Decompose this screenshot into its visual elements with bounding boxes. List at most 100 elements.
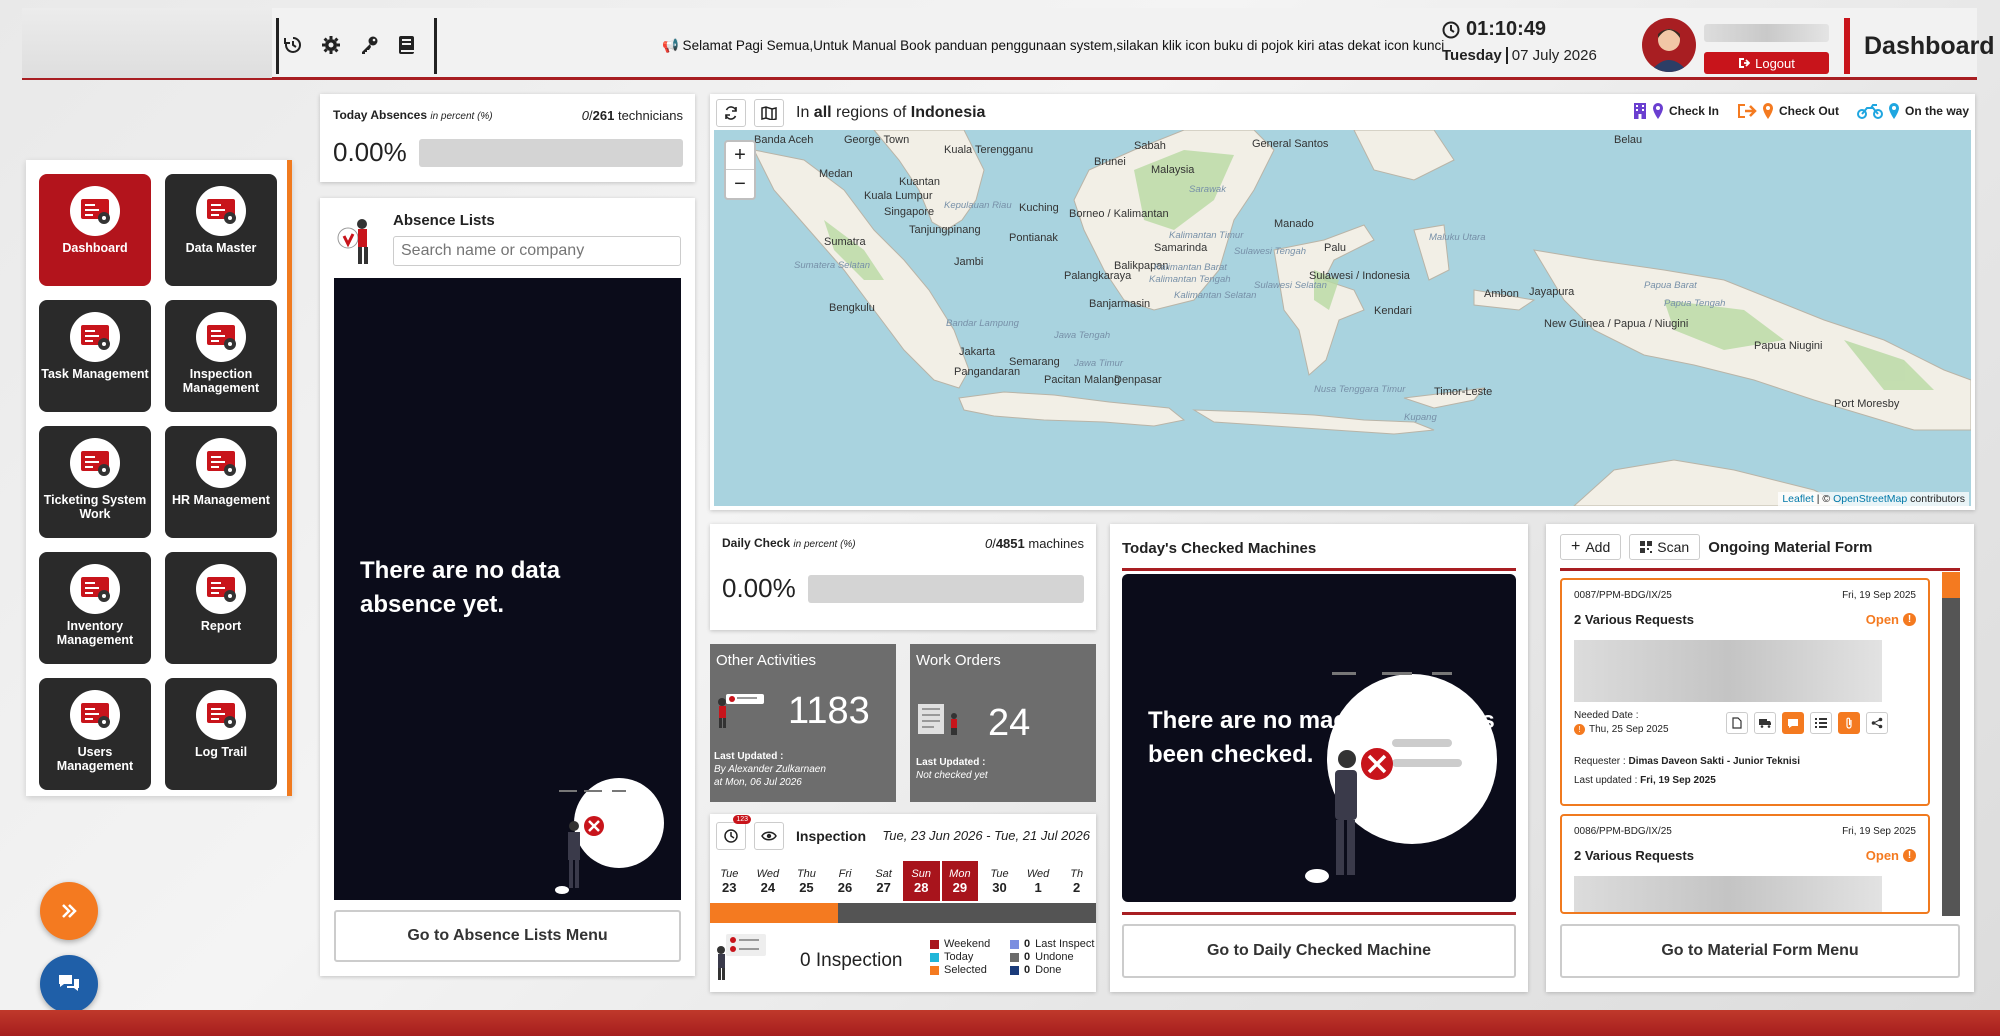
inspection-illustration-icon xyxy=(717,934,766,980)
calendar-day[interactable]: Th 2 xyxy=(1057,861,1096,901)
ticketing-icon xyxy=(70,438,120,488)
hr-icon xyxy=(196,438,246,488)
legend-label: Undone xyxy=(1035,951,1074,963)
data-master-icon xyxy=(196,186,246,236)
sidebar-item-hr[interactable]: HR Management xyxy=(165,426,277,538)
material-form-item[interactable]: 0086/PPM-BDG/IX/25 Fri, 19 Sep 2025 2 Va… xyxy=(1560,814,1930,914)
sidebar-item-report[interactable]: Report xyxy=(165,552,277,664)
sidebar-item-inventory[interactable]: Inventory Management xyxy=(39,552,151,664)
calendar-day[interactable]: Tue 23 xyxy=(710,861,749,901)
sidebar-item-dashboard[interactable]: Dashboard xyxy=(39,174,151,286)
eye-icon xyxy=(761,831,777,841)
other-activities-updated-at: at Mon, 06 Jul 2026 xyxy=(714,777,802,788)
map[interactable]: Banda Aceh George Town Kuala Terengganu Med… xyxy=(714,130,1971,506)
clock-day: Tuesday xyxy=(1442,47,1508,64)
map-place-label: Sulawesi Tengah xyxy=(1234,246,1307,257)
pin-purple-icon xyxy=(1652,103,1663,119)
avatar[interactable] xyxy=(1642,18,1696,72)
calendar-day[interactable]: Sun 28 xyxy=(902,861,942,901)
exit-icon xyxy=(1737,104,1757,118)
truck-icon xyxy=(1759,719,1771,728)
calendar-day[interactable]: Sat 27 xyxy=(864,861,903,901)
comment-button[interactable] xyxy=(1782,712,1804,734)
other-activities-card[interactable]: Other Activities 1183 Last Updated : By … xyxy=(710,644,896,802)
logout-button[interactable]: Logout xyxy=(1704,52,1829,74)
osm-link[interactable]: OpenStreetMap xyxy=(1833,493,1907,505)
checklist-button[interactable] xyxy=(1810,712,1832,734)
go-to-daily-checked-machine-button[interactable]: Go to Daily Checked Machine xyxy=(1122,924,1516,978)
inspection-history-button[interactable]: 123 xyxy=(716,815,751,850)
gear-icon[interactable] xyxy=(318,32,344,58)
absences-unit: in percent (%) xyxy=(430,111,493,122)
calendar-day[interactable]: Fri 26 xyxy=(826,861,865,901)
sidebar-item-data-master[interactable]: Data Master xyxy=(165,174,277,286)
history-icon[interactable] xyxy=(280,32,306,58)
material-form-item[interactable]: 0087/PPM-BDG/IX/25 Fri, 19 Sep 2025 2 Va… xyxy=(1560,578,1930,806)
sidebar-item-label: Inventory Management xyxy=(56,619,134,647)
calendar-day-number: 1 xyxy=(1034,879,1042,895)
sidebar-item-users[interactable]: Users Management xyxy=(39,678,151,790)
sidebar-item-inspection[interactable]: Inspection Management xyxy=(165,300,277,412)
map-place-label: Jambi xyxy=(954,256,984,268)
manual-book-icon[interactable] xyxy=(394,32,420,58)
zoom-out-button[interactable]: − xyxy=(726,170,754,198)
inventory-icon xyxy=(70,564,120,614)
legend-swatch xyxy=(1010,940,1019,949)
absence-search-input[interactable] xyxy=(393,236,681,266)
chat-button[interactable] xyxy=(40,955,98,1013)
calendar-day[interactable]: Wed 24 xyxy=(749,861,788,901)
mf-title: 2 Various Requests xyxy=(1574,848,1694,863)
calendar-day-number: 27 xyxy=(876,879,891,895)
map-place-label: Sumatera Selatan xyxy=(794,260,871,271)
legend-swatch xyxy=(930,953,939,962)
activities-illustration-icon xyxy=(718,694,764,728)
other-activities-value: 1183 xyxy=(788,690,870,732)
calendar-day[interactable]: Thu 25 xyxy=(787,861,826,901)
work-orders-value: 24 xyxy=(988,702,1031,744)
zoom-in-button[interactable]: + xyxy=(726,142,754,170)
absence-list-title: Absence Lists xyxy=(393,212,495,229)
mf-status: Open ! xyxy=(1866,612,1916,627)
sidebar-item-label: Log Trail xyxy=(194,745,248,759)
map-header-country: Indonesia xyxy=(910,104,986,121)
pin-blue-icon xyxy=(1888,103,1899,119)
material-form-scrollbar[interactable] xyxy=(1942,572,1960,916)
calendar-day[interactable]: Mon 29 xyxy=(941,861,981,901)
go-to-material-form-button[interactable]: Go to Material Form Menu xyxy=(1560,924,1960,978)
document-icon xyxy=(1732,717,1742,729)
legend-check-out-label: Check Out xyxy=(1778,104,1839,118)
map-place-label: Pontianak xyxy=(1009,232,1058,244)
delivery-button[interactable] xyxy=(1754,712,1776,734)
inspection-range: Tue, 23 Jun 2026 - Tue, 21 Jul 2026 xyxy=(882,828,1090,843)
sidebar-item-ticketing[interactable]: Ticketing System Work xyxy=(39,426,151,538)
map-place-label: Kalimantan Timur xyxy=(1169,230,1244,241)
today-absences-card: Today Absences in percent (%) 0/261 tech… xyxy=(320,94,695,182)
expand-sidebar-button[interactable] xyxy=(40,882,98,940)
calendar-day[interactable]: Wed 1 xyxy=(1019,861,1058,901)
map-view-button[interactable] xyxy=(754,99,784,127)
mf-code: 0087/PPM-BDG/IX/25 xyxy=(1574,590,1672,601)
share-button[interactable] xyxy=(1866,712,1888,734)
scan-button[interactable]: Scan xyxy=(1629,534,1701,560)
add-material-form-button[interactable]: + Add xyxy=(1560,534,1622,560)
mf-updated: Fri, 19 Sep 2025 xyxy=(1640,775,1716,786)
work-orders-title: Work Orders xyxy=(916,652,1001,669)
leaflet-link[interactable]: Leaflet xyxy=(1782,493,1814,505)
sidebar-item-log-trail[interactable]: Log Trail xyxy=(165,678,277,790)
mf-requester: Dimas Daveon Sakti - Junior Teknisi xyxy=(1628,756,1801,767)
inspection-view-button[interactable] xyxy=(754,822,784,850)
map-place-label: Kepulauan Riau xyxy=(944,200,1012,211)
document-button[interactable] xyxy=(1726,712,1748,734)
calendar-day[interactable]: Tue 30 xyxy=(980,861,1019,901)
info-icon: ! xyxy=(1903,849,1916,862)
map-place-label: Jawa Tengah xyxy=(1054,330,1111,341)
attachment-button[interactable] xyxy=(1838,712,1860,734)
key-icon[interactable] xyxy=(356,32,382,58)
work-orders-updated-by: Not checked yet xyxy=(916,770,988,781)
go-to-absence-lists-button[interactable]: Go to Absence Lists Menu xyxy=(334,910,681,962)
refresh-map-button[interactable] xyxy=(716,99,746,127)
divider xyxy=(434,18,437,74)
work-orders-card[interactable]: Work Orders 24 Last Updated : Not checke… xyxy=(910,644,1096,802)
sidebar-item-task[interactable]: Task Management xyxy=(39,300,151,412)
calendar-day-number: 25 xyxy=(799,879,814,895)
